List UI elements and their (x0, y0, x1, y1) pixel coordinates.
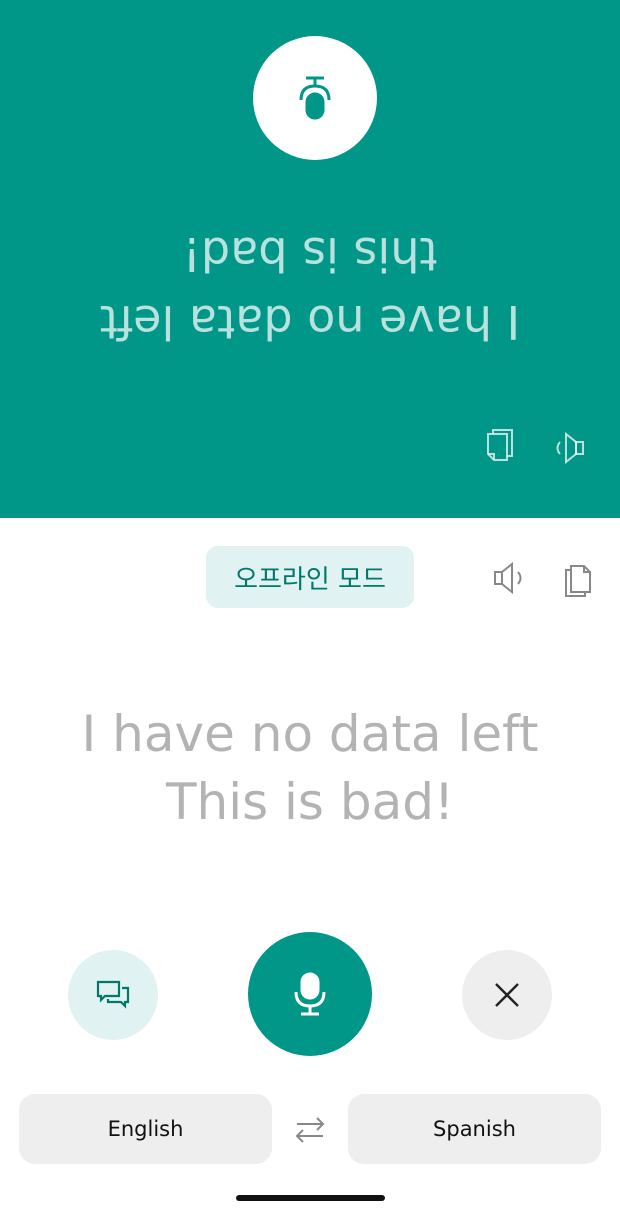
mic-button[interactable] (248, 932, 372, 1056)
mic-icon (294, 972, 326, 1016)
partner-actions (478, 426, 590, 470)
partner-transcript: I have no data left this is bad! (0, 220, 620, 356)
offline-mode-badge: 오프라인 모드 (206, 546, 414, 608)
source-language-button[interactable]: English (19, 1094, 272, 1164)
close-button[interactable] (462, 950, 552, 1040)
swap-icon (295, 1117, 325, 1143)
partner-transcript-line-2: this is bad! (182, 227, 438, 281)
copy-icon (487, 429, 513, 461)
user-actions (488, 556, 600, 600)
source-language-label: English (107, 1117, 184, 1141)
user-transcript-line-2: This is bad! (165, 773, 455, 831)
conversation-icon (96, 980, 130, 1009)
speaker-icon (494, 561, 522, 595)
partner-transcript-line-1: I have no data left (99, 295, 521, 349)
partner-panel: I have no data left this is bad! (0, 0, 620, 518)
partner-copy-button[interactable] (478, 426, 522, 470)
user-transcript-line-1: I have no data left (81, 705, 539, 763)
user-copy-button[interactable] (556, 556, 600, 600)
copy-icon (565, 565, 591, 597)
speaker-icon (556, 431, 584, 465)
conversation-mode-button[interactable] (68, 950, 158, 1040)
user-transcript: I have no data left This is bad! (0, 700, 620, 836)
home-indicator[interactable] (236, 1195, 385, 1201)
partner-speaker-button[interactable] (546, 426, 590, 470)
partner-panel-rotated: I have no data left this is bad! (0, 0, 620, 518)
mic-icon (299, 76, 331, 120)
swap-languages-button[interactable] (286, 1106, 334, 1154)
user-speaker-button[interactable] (488, 556, 532, 600)
target-language-label: Spanish (433, 1117, 516, 1141)
partner-mic-button[interactable] (253, 36, 377, 160)
close-icon (495, 983, 519, 1007)
offline-mode-label: 오프라인 모드 (234, 564, 386, 595)
target-language-button[interactable]: Spanish (348, 1094, 601, 1164)
